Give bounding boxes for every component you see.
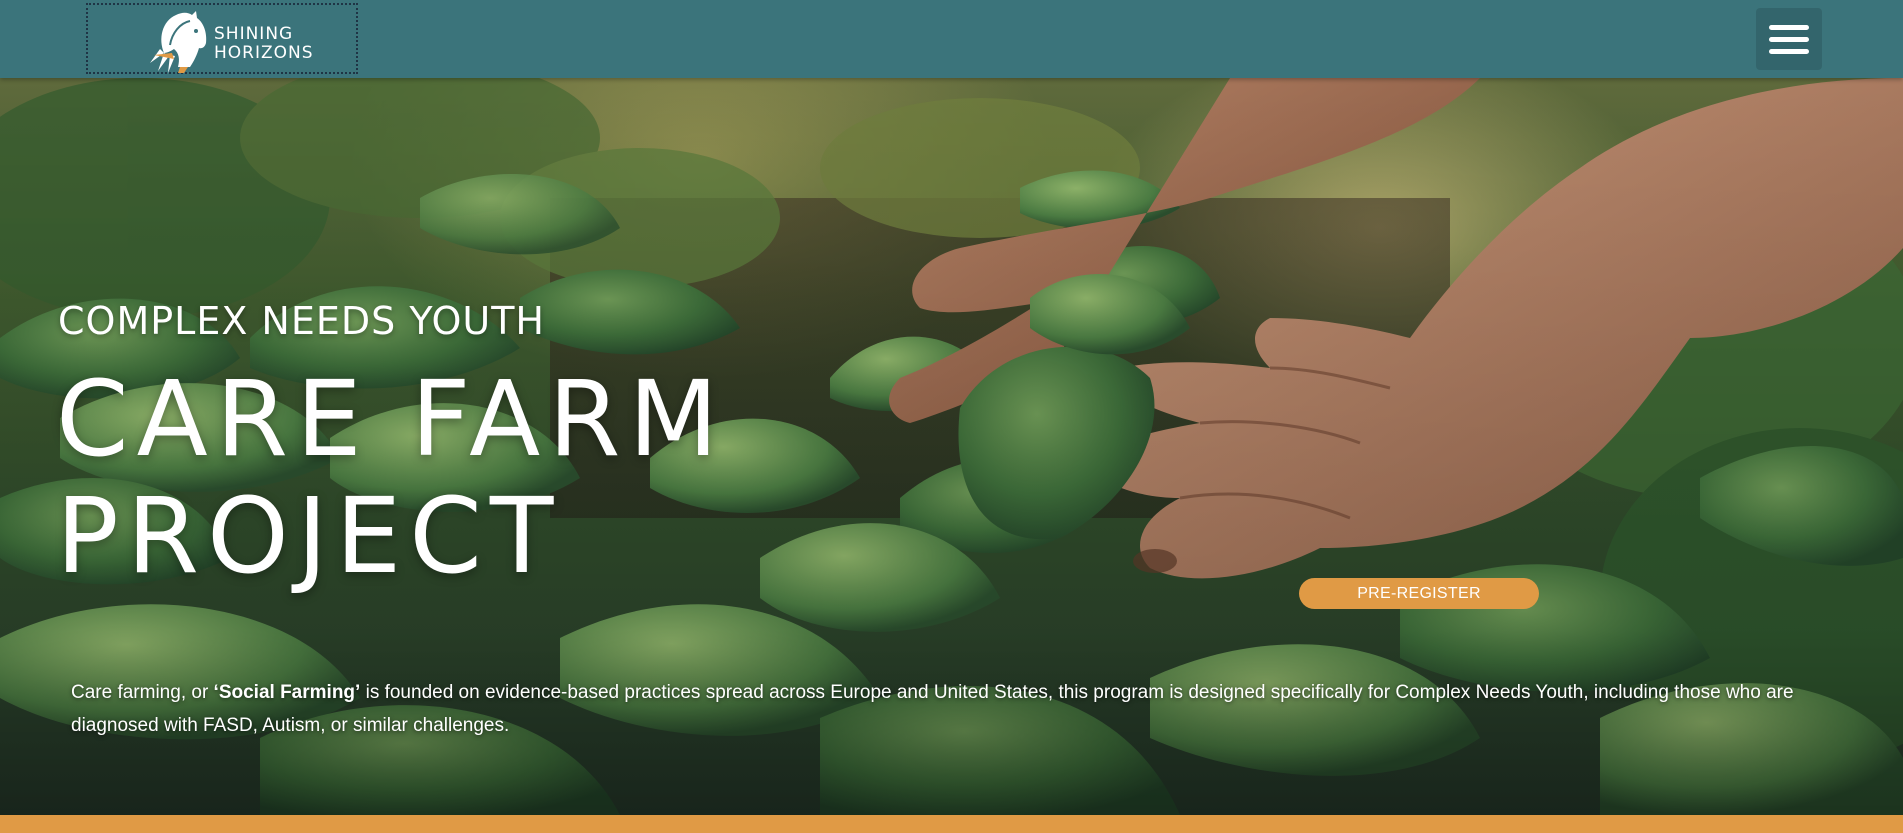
page: SHINING HORIZONS COMPLEX NEEDS YOUTH CAR…: [0, 0, 1903, 833]
hero-eyebrow: COMPLEX NEEDS YOUTH: [58, 299, 545, 343]
bottom-accent-bar: [0, 815, 1903, 833]
menu-toggle-button[interactable]: [1756, 8, 1822, 70]
description-text-start: Care farming, or: [71, 682, 214, 703]
description-bold-term: ‘Social Farming’: [213, 682, 361, 703]
site-header: SHINING HORIZONS: [0, 0, 1903, 78]
logo-line-1: SHINING: [214, 24, 294, 44]
pre-register-button[interactable]: PRE-REGISTER: [1299, 578, 1539, 609]
hero-section: COMPLEX NEEDS YOUTH CARE FARM PROJECT PR…: [0, 78, 1903, 815]
hero-headline-line-2: PROJECT: [56, 475, 562, 597]
logo-link[interactable]: SHINING HORIZONS: [86, 3, 358, 74]
hero-headline-line-1: CARE FARM: [56, 358, 727, 480]
horse-head-sunrise-icon: [150, 11, 207, 73]
hero-description: Care farming, or ‘Social Farming’ is fou…: [71, 676, 1871, 742]
logo-text: SHINING HORIZONS: [214, 25, 314, 63]
logo-line-2: HORIZONS: [214, 43, 314, 63]
hero-headline: CARE FARM PROJECT: [56, 361, 726, 595]
